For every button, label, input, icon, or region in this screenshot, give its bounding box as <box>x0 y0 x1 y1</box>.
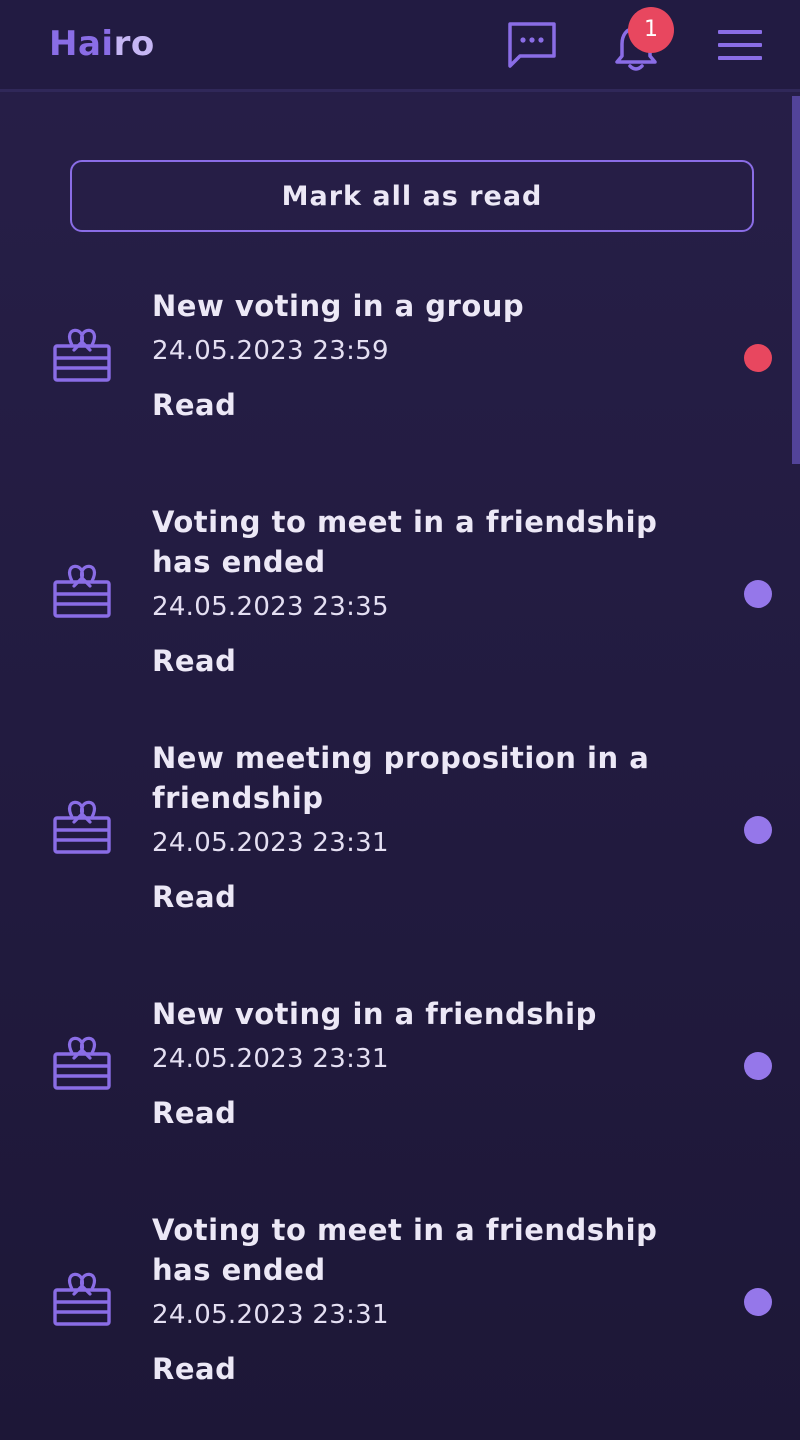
read-status-dot <box>744 816 772 844</box>
gift-icon <box>53 564 111 618</box>
read-status-dot <box>744 1052 772 1080</box>
notification-title: New voting in a friendship <box>152 997 597 1031</box>
notification-title: New meeting proposition in a friendship <box>152 741 650 815</box>
logo-text-part1: Hai <box>49 24 114 64</box>
unread-status-dot <box>744 344 772 372</box>
chat-icon[interactable] <box>506 20 558 70</box>
read-link[interactable]: Read <box>152 1351 236 1387</box>
read-link[interactable]: Read <box>152 643 236 679</box>
notification-item[interactable]: New meeting proposition in a friendship … <box>0 736 800 936</box>
gift-icon <box>53 328 111 382</box>
notification-date: 24.05.2023 23:35 <box>152 592 389 622</box>
notification-date: 24.05.2023 23:31 <box>152 1044 389 1074</box>
gift-icon <box>53 800 111 854</box>
notification-date: 24.05.2023 23:59 <box>152 336 389 366</box>
read-status-dot <box>744 580 772 608</box>
notification-date: 24.05.2023 23:31 <box>152 828 389 858</box>
notification-count-badge: 1 <box>628 7 674 53</box>
logo-text-part2: ro <box>113 24 155 64</box>
notification-title: New voting in a group <box>152 289 525 323</box>
menu-icon[interactable] <box>716 26 764 64</box>
app-logo[interactable]: Hairo <box>49 22 155 66</box>
notification-date: 24.05.2023 23:31 <box>152 1300 389 1330</box>
read-status-dot <box>744 1288 772 1316</box>
notification-title: Voting to meet in a friendship has ended <box>152 505 658 579</box>
notification-item[interactable]: New voting in a group 24.05.2023 23:59 R… <box>0 270 800 460</box>
read-link[interactable]: Read <box>152 879 236 915</box>
notification-item[interactable]: New voting in a friendship 24.05.2023 23… <box>0 978 800 1168</box>
top-header: Hairo 1 <box>0 0 800 92</box>
read-link[interactable]: Read <box>152 387 236 423</box>
mark-all-as-read-button[interactable]: Mark all as read <box>70 160 754 232</box>
read-link[interactable]: Read <box>152 1095 236 1131</box>
gift-icon <box>53 1036 111 1090</box>
notification-item[interactable]: Voting to meet in a friendship has ended… <box>0 1208 800 1408</box>
notification-title: Voting to meet in a friendship has ended <box>152 1213 658 1287</box>
gift-icon <box>53 1272 111 1326</box>
notification-item[interactable]: Voting to meet in a friendship has ended… <box>0 500 800 700</box>
